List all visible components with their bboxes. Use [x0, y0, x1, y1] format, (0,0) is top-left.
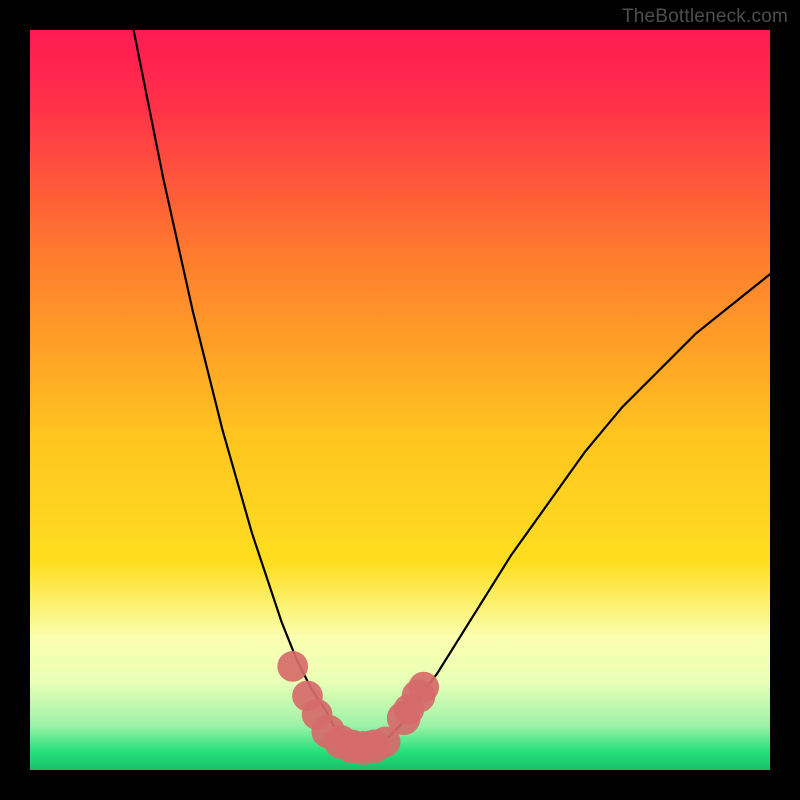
outer-frame: TheBottleneck.com	[0, 0, 800, 800]
watermark-text: TheBottleneck.com	[622, 6, 788, 28]
plot-area	[30, 30, 770, 770]
data-marker	[408, 672, 439, 703]
chart-background	[30, 30, 770, 770]
data-marker	[277, 651, 308, 682]
chart-svg	[30, 30, 770, 770]
